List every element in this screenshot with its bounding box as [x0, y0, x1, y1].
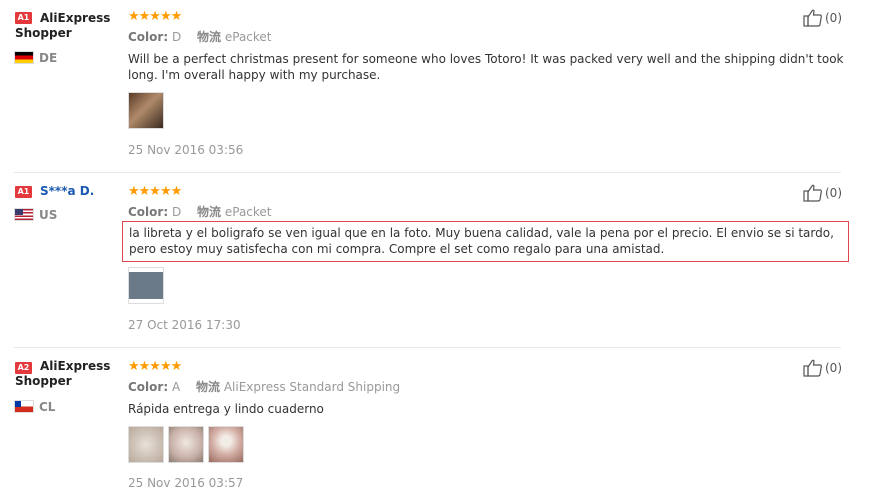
star-rating: ★★★★★ — [128, 184, 182, 199]
review-photo-thumbnail[interactable] — [208, 426, 244, 463]
color-label: Color: — [128, 205, 169, 219]
like-button[interactable]: (0) — [803, 359, 845, 377]
review-text: la libreta y el boligrafo se ven igual q… — [122, 221, 849, 262]
flag-icon — [15, 209, 33, 220]
color-value: D — [171, 30, 182, 44]
review-date: 25 Nov 2016 03:56 — [128, 143, 244, 157]
review-divider — [14, 172, 841, 173]
country-code: CL — [39, 400, 56, 414]
star-rating: ★★★★★ — [128, 9, 182, 24]
review-text: Will be a perfect christmas present for … — [128, 52, 844, 82]
thumbs-up-icon — [803, 9, 822, 27]
review-date: 27 Oct 2016 17:30 — [128, 318, 241, 332]
shipping-value: ePacket — [224, 205, 272, 219]
shipping-value: AliExpress Standard Shipping — [223, 380, 401, 394]
reviewer-name[interactable]: S***a D. — [15, 184, 115, 199]
star-rating: ★★★★★ — [128, 359, 182, 374]
country-code: DE — [39, 51, 58, 65]
review-divider — [14, 347, 841, 348]
order-attributes: Color: D 物流 ePacket — [128, 29, 272, 45]
review-photos — [128, 267, 168, 305]
shipping-label: 物流 — [196, 380, 221, 394]
shipping-value: ePacket — [224, 30, 272, 44]
order-attributes: Color: A 物流 AliExpress Standard Shipping — [128, 379, 400, 395]
thumbs-up-icon — [803, 359, 822, 377]
review-photo-thumbnail[interactable] — [128, 92, 164, 129]
thumbs-up-icon — [803, 184, 822, 202]
reviewer-name[interactable]: AliExpress Shopper — [15, 11, 115, 41]
like-count: (0) — [825, 11, 842, 25]
color-value: A — [171, 380, 181, 394]
color-label: Color: — [128, 380, 169, 394]
review-photos — [128, 426, 248, 464]
order-attributes: Color: D 物流 ePacket — [128, 204, 272, 220]
flag-icon — [15, 52, 33, 63]
shipping-label: 物流 — [197, 205, 222, 219]
like-button[interactable]: (0) — [803, 184, 845, 202]
review-photo-thumbnail[interactable] — [128, 267, 164, 304]
color-value: D — [171, 205, 182, 219]
review-photo-thumbnail[interactable] — [168, 426, 204, 463]
country-code: US — [39, 208, 58, 222]
flag-icon — [15, 401, 33, 412]
like-count: (0) — [825, 186, 842, 200]
review-photo-thumbnail[interactable] — [128, 426, 164, 463]
like-count: (0) — [825, 361, 842, 375]
like-button[interactable]: (0) — [803, 9, 845, 27]
review-photos — [128, 92, 168, 130]
color-label: Color: — [128, 30, 169, 44]
review-date: 25 Nov 2016 03:57 — [128, 476, 244, 490]
reviewer-name[interactable]: AliExpress Shopper — [15, 359, 115, 389]
review-text: Rápida entrega y lindo cuaderno — [128, 402, 324, 416]
shipping-label: 物流 — [197, 30, 222, 44]
